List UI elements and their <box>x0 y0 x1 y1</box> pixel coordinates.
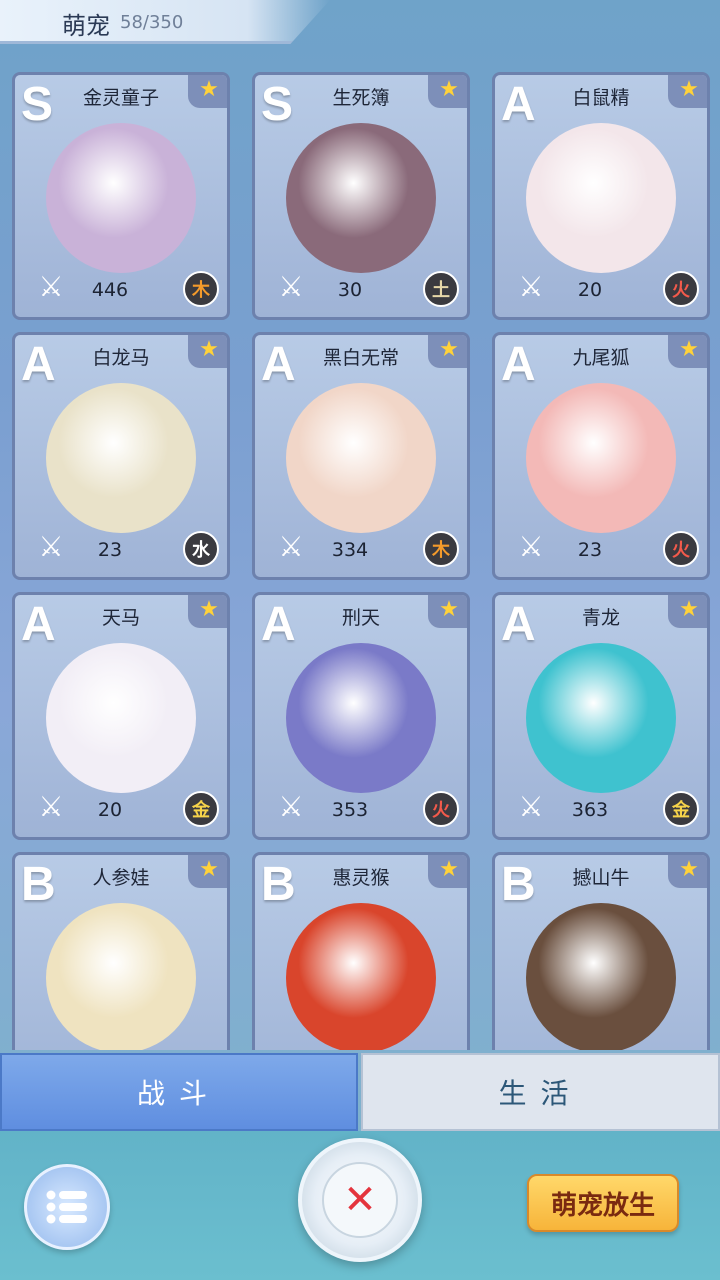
crossed-swords-icon: ⚔ <box>518 270 544 303</box>
pet-card[interactable]: A 九尾狐 ★ ⚔ 23 火 <box>492 332 710 580</box>
header-banner: 萌宠 58/350 <box>0 0 330 44</box>
star-icon[interactable]: ★ <box>428 75 467 108</box>
element-badge: 火 <box>663 531 699 567</box>
tab-battle[interactable]: 战斗 <box>0 1053 358 1131</box>
element-badge: 火 <box>663 271 699 307</box>
element-badge: 木 <box>423 531 459 567</box>
crossed-swords-icon: ⚔ <box>518 530 544 563</box>
pet-portrait <box>526 643 676 793</box>
element-badge: 土 <box>423 271 459 307</box>
crossed-swords-icon: ⚔ <box>38 790 64 823</box>
pet-card[interactable]: B 惠灵猴 ★ <box>252 852 470 1050</box>
star-icon[interactable]: ★ <box>428 595 467 628</box>
pet-portrait <box>46 383 196 533</box>
crossed-swords-icon: ⚔ <box>278 530 304 563</box>
close-button[interactable]: ✕ <box>298 1138 422 1262</box>
pet-portrait <box>286 643 436 793</box>
pet-card[interactable]: A 天马 ★ ⚔ 20 金 <box>12 592 230 840</box>
pet-card[interactable]: A 青龙 ★ ⚔ 363 金 <box>492 592 710 840</box>
element-badge: 金 <box>183 791 219 827</box>
pet-count: 58/350 <box>120 12 184 33</box>
pet-card[interactable]: B 人参娃 ★ <box>12 852 230 1050</box>
tab-life[interactable]: 生活 <box>361 1053 720 1131</box>
pet-power: 363 <box>571 799 609 821</box>
crossed-swords-icon: ⚔ <box>278 790 304 823</box>
crossed-swords-icon: ⚔ <box>278 270 304 303</box>
pet-portrait <box>526 383 676 533</box>
pet-power: 23 <box>97 539 123 561</box>
page-title: 萌宠 <box>62 12 110 40</box>
pet-power: 334 <box>331 539 369 561</box>
star-icon[interactable]: ★ <box>428 855 467 888</box>
star-icon[interactable]: ★ <box>668 855 707 888</box>
crossed-swords-icon: ⚔ <box>38 270 64 303</box>
pet-card[interactable]: S 生死簿 ★ ⚔ 30 土 <box>252 72 470 320</box>
pet-portrait <box>46 123 196 273</box>
star-icon[interactable]: ★ <box>188 75 227 108</box>
pet-card[interactable]: A 白龙马 ★ ⚔ 23 水 <box>12 332 230 580</box>
list-menu-icon <box>46 1190 87 1224</box>
crossed-swords-icon: ⚔ <box>38 530 64 563</box>
pet-power: 30 <box>337 279 363 301</box>
element-badge: 水 <box>183 531 219 567</box>
pet-portrait <box>526 123 676 273</box>
pet-portrait <box>286 903 436 1050</box>
pet-power: 23 <box>577 539 603 561</box>
pet-power: 20 <box>97 799 123 821</box>
pet-grid: S 金灵童子 ★ ⚔ 446 木 S 生死簿 ★ ⚔ 30 土 A 白鼠精 ★ ⚔ 20 火 A 白龙马 ★ ⚔ 23 水 A 黑… <box>12 72 712 1050</box>
pet-card[interactable]: S 金灵童子 ★ ⚔ 446 木 <box>12 72 230 320</box>
element-badge: 金 <box>663 791 699 827</box>
pet-card[interactable]: A 黑白无常 ★ ⚔ 334 木 <box>252 332 470 580</box>
pet-power: 20 <box>577 279 603 301</box>
menu-button[interactable] <box>24 1164 110 1250</box>
star-icon[interactable]: ★ <box>188 595 227 628</box>
pet-card[interactable]: B 撼山牛 ★ <box>492 852 710 1050</box>
pet-portrait <box>46 903 196 1050</box>
pet-card[interactable]: A 刑天 ★ ⚔ 353 火 <box>252 592 470 840</box>
pet-portrait <box>286 123 436 273</box>
star-icon[interactable]: ★ <box>428 335 467 368</box>
element-badge: 火 <box>423 791 459 827</box>
pet-portrait <box>526 903 676 1050</box>
star-icon[interactable]: ★ <box>668 75 707 108</box>
category-tabs: 战斗 生活 <box>0 1053 720 1131</box>
pet-portrait <box>286 383 436 533</box>
pet-portrait <box>46 643 196 793</box>
star-icon[interactable]: ★ <box>668 595 707 628</box>
pet-power: 353 <box>331 799 369 821</box>
element-badge: 木 <box>183 271 219 307</box>
pet-card[interactable]: A 白鼠精 ★ ⚔ 20 火 <box>492 72 710 320</box>
close-x-icon: ✕ <box>322 1162 398 1238</box>
pet-power: 446 <box>91 279 129 301</box>
star-icon[interactable]: ★ <box>668 335 707 368</box>
release-pet-button[interactable]: 萌宠放生 <box>527 1174 679 1232</box>
star-icon[interactable]: ★ <box>188 335 227 368</box>
star-icon[interactable]: ★ <box>188 855 227 888</box>
crossed-swords-icon: ⚔ <box>518 790 544 823</box>
